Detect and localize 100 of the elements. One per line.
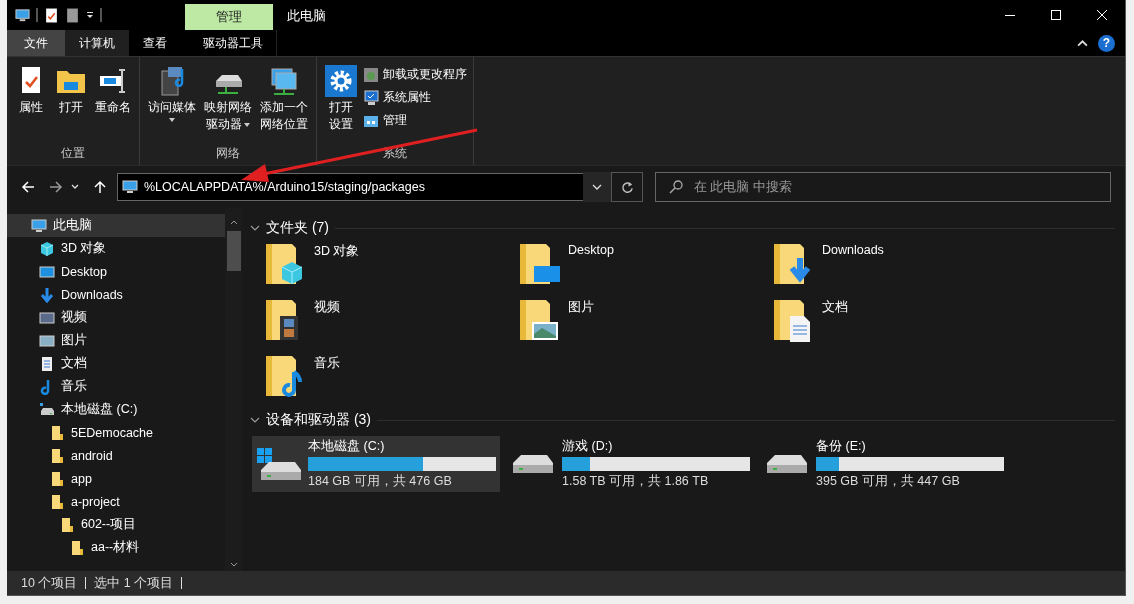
document-icon[interactable]	[65, 7, 80, 23]
scroll-down-icon[interactable]	[229, 562, 238, 567]
chevron-down-icon	[592, 184, 602, 190]
address-field[interactable]: %LOCALAPPDATA%/Arduino15/staging/packages	[117, 173, 583, 201]
ribbon-tab[interactable]: 文件	[7, 30, 65, 56]
sidebar-item[interactable]: 图片	[7, 329, 225, 352]
maximize-icon	[1051, 10, 1061, 20]
sysprops-icon	[363, 89, 379, 106]
sidebar-item[interactable]: aa--材料	[7, 536, 225, 559]
ribbon-button[interactable]: 重命名	[91, 63, 135, 118]
item-icon	[39, 401, 55, 418]
collapse-ribbon-icon[interactable]	[1077, 39, 1088, 47]
ribbon-group-label: 位置	[60, 145, 86, 162]
sidebar-item[interactable]: 音乐	[7, 375, 225, 398]
drive-icon	[766, 454, 808, 474]
refresh-icon	[620, 180, 634, 194]
settings-icon	[325, 65, 357, 97]
search-field[interactable]: 在 此电脑 中搜索	[655, 172, 1111, 202]
context-tab-header: 管理	[185, 4, 273, 30]
ribbon-tab[interactable]: 驱动器工具	[189, 30, 277, 56]
location-icon	[268, 65, 300, 97]
sidebar-item[interactable]: Desktop	[7, 260, 225, 283]
capacity-text: 395 GB 可用，共 447 GB	[816, 473, 961, 490]
status-text: 10 个项目	[21, 574, 78, 592]
ribbon-group-label: 网络	[215, 145, 241, 162]
dropdown-icon[interactable]	[86, 11, 94, 19]
scrollbar-thumb[interactable]	[226, 231, 241, 271]
folder-name[interactable]: 音乐	[314, 355, 340, 372]
sidebar-item[interactable]: android	[7, 444, 225, 467]
item-icon	[39, 263, 55, 280]
sidebar-item[interactable]: Downloads	[7, 283, 225, 306]
collapse-chevron-icon[interactable]	[250, 225, 260, 231]
sidebar-item[interactable]: 602--项目	[7, 513, 225, 536]
collapse-chevron-icon[interactable]	[250, 417, 260, 423]
drive-name: 本地磁盘 (C:)	[308, 438, 386, 455]
back-arrow-icon[interactable]	[21, 180, 35, 194]
computer-icon[interactable]	[15, 7, 30, 23]
item-icon	[59, 516, 75, 533]
refresh-button[interactable]	[611, 172, 643, 202]
section-title: 设备和驱动器 (3)	[266, 411, 371, 429]
sidebar-item[interactable]: app	[7, 467, 225, 490]
sidebar-item[interactable]: 3D 对象	[7, 237, 225, 260]
folder-name[interactable]: 文档	[822, 299, 848, 316]
item-icon	[39, 286, 55, 303]
uninstall-icon	[363, 66, 379, 83]
sidebar-item[interactable]: a-project	[7, 490, 225, 513]
drive-icon	[512, 454, 554, 474]
drive-tile[interactable]: 备份 (E:) 395 GB 可用，共 447 GB	[760, 436, 1008, 492]
drive-tile[interactable]: 游戏 (D:) 1.58 TB 可用，共 1.86 TB	[506, 436, 754, 492]
ribbon-tab[interactable]: 计算机	[65, 30, 129, 56]
sidebar-item[interactable]: 文档	[7, 352, 225, 375]
item-icon	[49, 470, 65, 487]
status-text: 选中 1 个项目	[94, 574, 174, 592]
sidebar-item[interactable]: 此电脑	[7, 214, 225, 237]
ribbon-small-button[interactable]: 卸载或更改程序	[361, 65, 469, 84]
folder-name[interactable]: Desktop	[568, 243, 614, 257]
properties-icon[interactable]	[44, 7, 59, 23]
capacity-text: 1.58 TB 可用，共 1.86 TB	[562, 473, 710, 490]
sidebar-item[interactable]: 5EDemocache	[7, 421, 225, 444]
folder-name[interactable]: Downloads	[822, 243, 884, 257]
sidebar-item[interactable]: 本地磁盘 (C:)	[7, 398, 225, 421]
scroll-up-icon[interactable]	[229, 220, 238, 225]
item-icon	[39, 240, 55, 257]
capacity-text: 184 GB 可用，共 476 GB	[308, 473, 453, 490]
search-icon	[669, 180, 683, 194]
drive-icon	[256, 447, 302, 481]
item-icon	[69, 539, 85, 556]
sidebar-item[interactable]: 视频	[7, 306, 225, 329]
help-button[interactable]: ?	[1098, 34, 1115, 52]
forward-arrow-icon[interactable]	[49, 180, 63, 194]
item-icon	[39, 332, 55, 349]
item-icon	[49, 447, 65, 464]
drive-name: 游戏 (D:)	[562, 438, 614, 455]
minimize-icon	[1005, 14, 1015, 16]
ribbon-button[interactable]: 打开	[51, 63, 91, 118]
item-icon	[39, 309, 55, 326]
folder-name[interactable]: 3D 对象	[314, 243, 360, 260]
address-dropdown-button[interactable]	[583, 172, 611, 202]
up-arrow-icon[interactable]	[93, 180, 107, 194]
ribbon-button[interactable]: 映射网络 驱动器	[200, 63, 256, 135]
window-title: 此电脑	[286, 7, 327, 25]
ribbon-tab[interactable]: 查看	[129, 30, 181, 56]
item-icon	[31, 217, 47, 234]
folder-name[interactable]: 图片	[568, 299, 594, 316]
item-icon	[39, 355, 55, 372]
folder-name[interactable]: 视频	[314, 299, 340, 316]
ribbon-button[interactable]: 添加一个 网络位置	[256, 63, 312, 135]
ribbon-button[interactable]: 访问媒体	[144, 63, 200, 124]
ribbon-small-button[interactable]: 管理	[361, 111, 469, 130]
ribbon-button[interactable]: 打开 设置	[321, 63, 361, 135]
item-icon	[49, 424, 65, 441]
ribbon-button[interactable]: 属性	[11, 63, 51, 118]
item-icon	[49, 493, 65, 510]
drive-tile[interactable]: 本地磁盘 (C:) 184 GB 可用，共 476 GB	[252, 436, 500, 492]
recent-locations-icon[interactable]	[71, 184, 79, 190]
section-title: 文件夹 (7)	[266, 219, 329, 237]
ribbon-small-button[interactable]: 系统属性	[361, 88, 469, 107]
close-icon	[1097, 10, 1107, 20]
computer-icon	[122, 180, 138, 194]
drive-name: 备份 (E:)	[816, 438, 867, 455]
